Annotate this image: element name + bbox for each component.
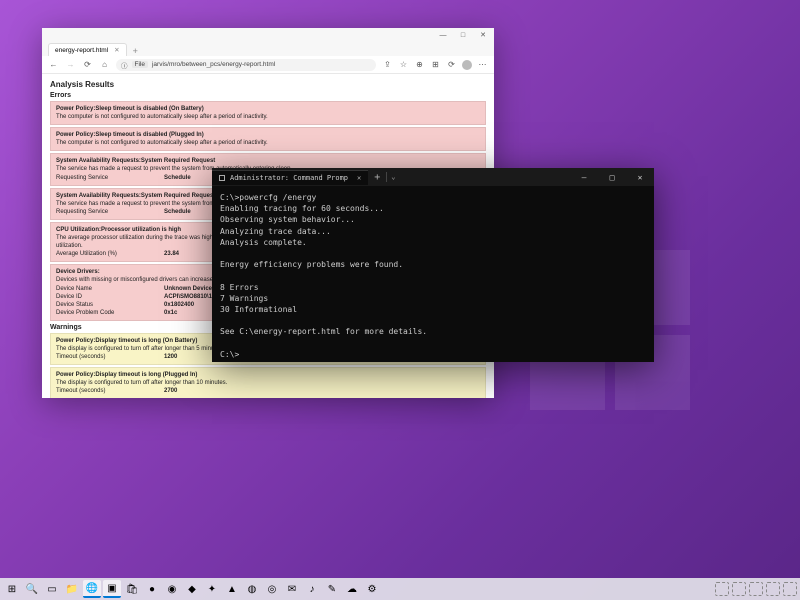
back-icon[interactable]: ← (48, 59, 59, 70)
forward-icon[interactable]: → (65, 59, 76, 70)
extensions-icon[interactable]: ⊞ (430, 59, 441, 70)
browser-tabstrip: energy-report.html ✕ + (42, 42, 494, 56)
errors-heading: Errors (50, 92, 486, 99)
tray-placeholder[interactable] (715, 582, 729, 596)
browser-tab[interactable]: energy-report.html ✕ (48, 43, 127, 56)
card-title: Power Policy:Sleep timeout is disabled (… (56, 131, 480, 139)
taskbar-app7[interactable]: ✉ (283, 580, 301, 598)
tray-placeholder[interactable] (766, 582, 780, 596)
sync-icon[interactable]: ⟳ (446, 59, 457, 70)
card-title: Power Policy:Sleep timeout is disabled (… (56, 105, 480, 113)
chevron-down-icon[interactable]: ⌄ (387, 173, 399, 181)
taskbar-app5[interactable]: ◍ (243, 580, 261, 598)
card-desc: The display is configured to turn off af… (56, 379, 480, 387)
taskbar-terminal[interactable]: ▣ (103, 580, 121, 598)
row-label: Timeout (seconds) (56, 353, 156, 361)
row-label: Requesting Service (56, 208, 156, 216)
taskbar-tray (715, 582, 797, 596)
taskbar-taskview[interactable]: ▭ (43, 580, 61, 598)
row-value: ACPI\SMO8810\1 (164, 293, 212, 301)
row-label: Device Problem Code (56, 309, 156, 317)
card-desc: The computer is not configured to automa… (56, 139, 480, 147)
browser-maximize-button[interactable]: □ (458, 30, 468, 40)
info-icon: ⓘ (121, 60, 128, 70)
taskbar-app11[interactable]: ⚙ (363, 580, 381, 598)
browser-minimize-button[interactable]: — (438, 30, 448, 40)
terminal-minimize-button[interactable]: — (570, 168, 598, 186)
terminal-titlebar: Administrator: Command Promp ✕ + ⌄ — □ ✕ (212, 168, 654, 186)
card-desc: The computer is not configured to automa… (56, 113, 480, 121)
row-value: Schedule (164, 174, 191, 182)
taskbar-app2[interactable]: ◆ (183, 580, 201, 598)
url-scheme-pill: File (132, 61, 148, 68)
row-value: 2700 (164, 387, 177, 395)
taskbar: ⊞🔍▭📁🌐▣🛍●◉◆✦▲◍◎✉♪✎☁⚙ (0, 578, 800, 600)
taskbar-chrome[interactable]: ◉ (163, 580, 181, 598)
row-value: 23.84 (164, 250, 179, 258)
taskbar-app10[interactable]: ☁ (343, 580, 361, 598)
taskbar-edge[interactable]: 🌐 (83, 580, 101, 598)
menu-icon[interactable]: ⋯ (477, 59, 488, 70)
browser-toolbar-right: ⇪ ☆ ⊕ ⊞ ⟳ ⋯ (382, 59, 488, 70)
row-label: Device Name (56, 285, 156, 293)
browser-toolbar: ← → ⟳ ⌂ ⓘ File jarvis/mro/between_pcs/en… (42, 56, 494, 74)
terminal-system-buttons: — □ ✕ (570, 168, 654, 186)
taskbar-app4[interactable]: ▲ (223, 580, 241, 598)
browser-new-tab-button[interactable]: + (129, 46, 142, 56)
address-bar[interactable]: ⓘ File jarvis/mro/between_pcs/energy-rep… (116, 59, 376, 71)
close-icon[interactable]: ✕ (353, 174, 361, 182)
browser-titlebar: — □ ✕ (42, 28, 494, 42)
analysis-heading: Analysis Results (50, 80, 486, 89)
terminal-window: Administrator: Command Promp ✕ + ⌄ — □ ✕… (212, 168, 654, 362)
row-value: 0x1c (164, 309, 177, 317)
taskbar-app1[interactable]: ● (143, 580, 161, 598)
read-aloud-icon[interactable]: ⇪ (382, 59, 393, 70)
row-value: 1200 (164, 353, 177, 361)
terminal-new-tab-button[interactable]: + (368, 172, 386, 183)
tray-placeholder[interactable] (783, 582, 797, 596)
row-label: Timeout (seconds) (56, 387, 156, 395)
tray-placeholder[interactable] (732, 582, 746, 596)
home-icon[interactable]: ⌂ (99, 59, 110, 70)
report-card: Power Policy:Sleep timeout is disabled (… (50, 101, 486, 125)
cmd-icon (219, 175, 225, 181)
taskbar-store[interactable]: 🛍 (123, 580, 141, 598)
taskbar-search[interactable]: 🔍 (23, 580, 41, 598)
favorite-icon[interactable]: ☆ (398, 59, 409, 70)
row-label: Requesting Service (56, 174, 156, 182)
row-value: 0x1802400 (164, 301, 194, 309)
tray-placeholder[interactable] (749, 582, 763, 596)
collections-icon[interactable]: ⊕ (414, 59, 425, 70)
terminal-close-button[interactable]: ✕ (626, 168, 654, 186)
card-row: Timeout (seconds) 2700 (56, 387, 480, 395)
profile-avatar[interactable] (462, 60, 472, 70)
close-icon[interactable]: ✕ (114, 46, 119, 54)
terminal-tab[interactable]: Administrator: Command Promp ✕ (212, 170, 368, 185)
browser-close-button[interactable]: ✕ (478, 30, 488, 40)
tab-title: energy-report.html (55, 47, 108, 54)
row-label: Device ID (56, 293, 156, 301)
taskbar-start[interactable]: ⊞ (3, 580, 21, 598)
row-value: Schedule (164, 208, 191, 216)
row-label: Average Utilization (%) (56, 250, 156, 258)
taskbar-app3[interactable]: ✦ (203, 580, 221, 598)
terminal-tab-title: Administrator: Command Promp (230, 174, 348, 182)
taskbar-app6[interactable]: ◎ (263, 580, 281, 598)
report-card: Power Policy:Display timeout is long (Pl… (50, 367, 486, 398)
card-title: System Availability Requests:System Requ… (56, 157, 480, 165)
taskbar-explorer[interactable]: 📁 (63, 580, 81, 598)
report-card: Power Policy:Sleep timeout is disabled (… (50, 127, 486, 151)
card-title: Power Policy:Display timeout is long (Pl… (56, 371, 480, 379)
refresh-icon[interactable]: ⟳ (82, 59, 93, 70)
taskbar-app8[interactable]: ♪ (303, 580, 321, 598)
url-text: jarvis/mro/between_pcs/energy-report.htm… (152, 61, 275, 68)
row-value: Unknown Device (164, 285, 212, 293)
taskbar-app9[interactable]: ✎ (323, 580, 341, 598)
terminal-output[interactable]: C:\>powercfg /energy Enabling tracing fo… (212, 186, 654, 362)
row-label: Device Status (56, 301, 156, 309)
terminal-maximize-button[interactable]: □ (598, 168, 626, 186)
